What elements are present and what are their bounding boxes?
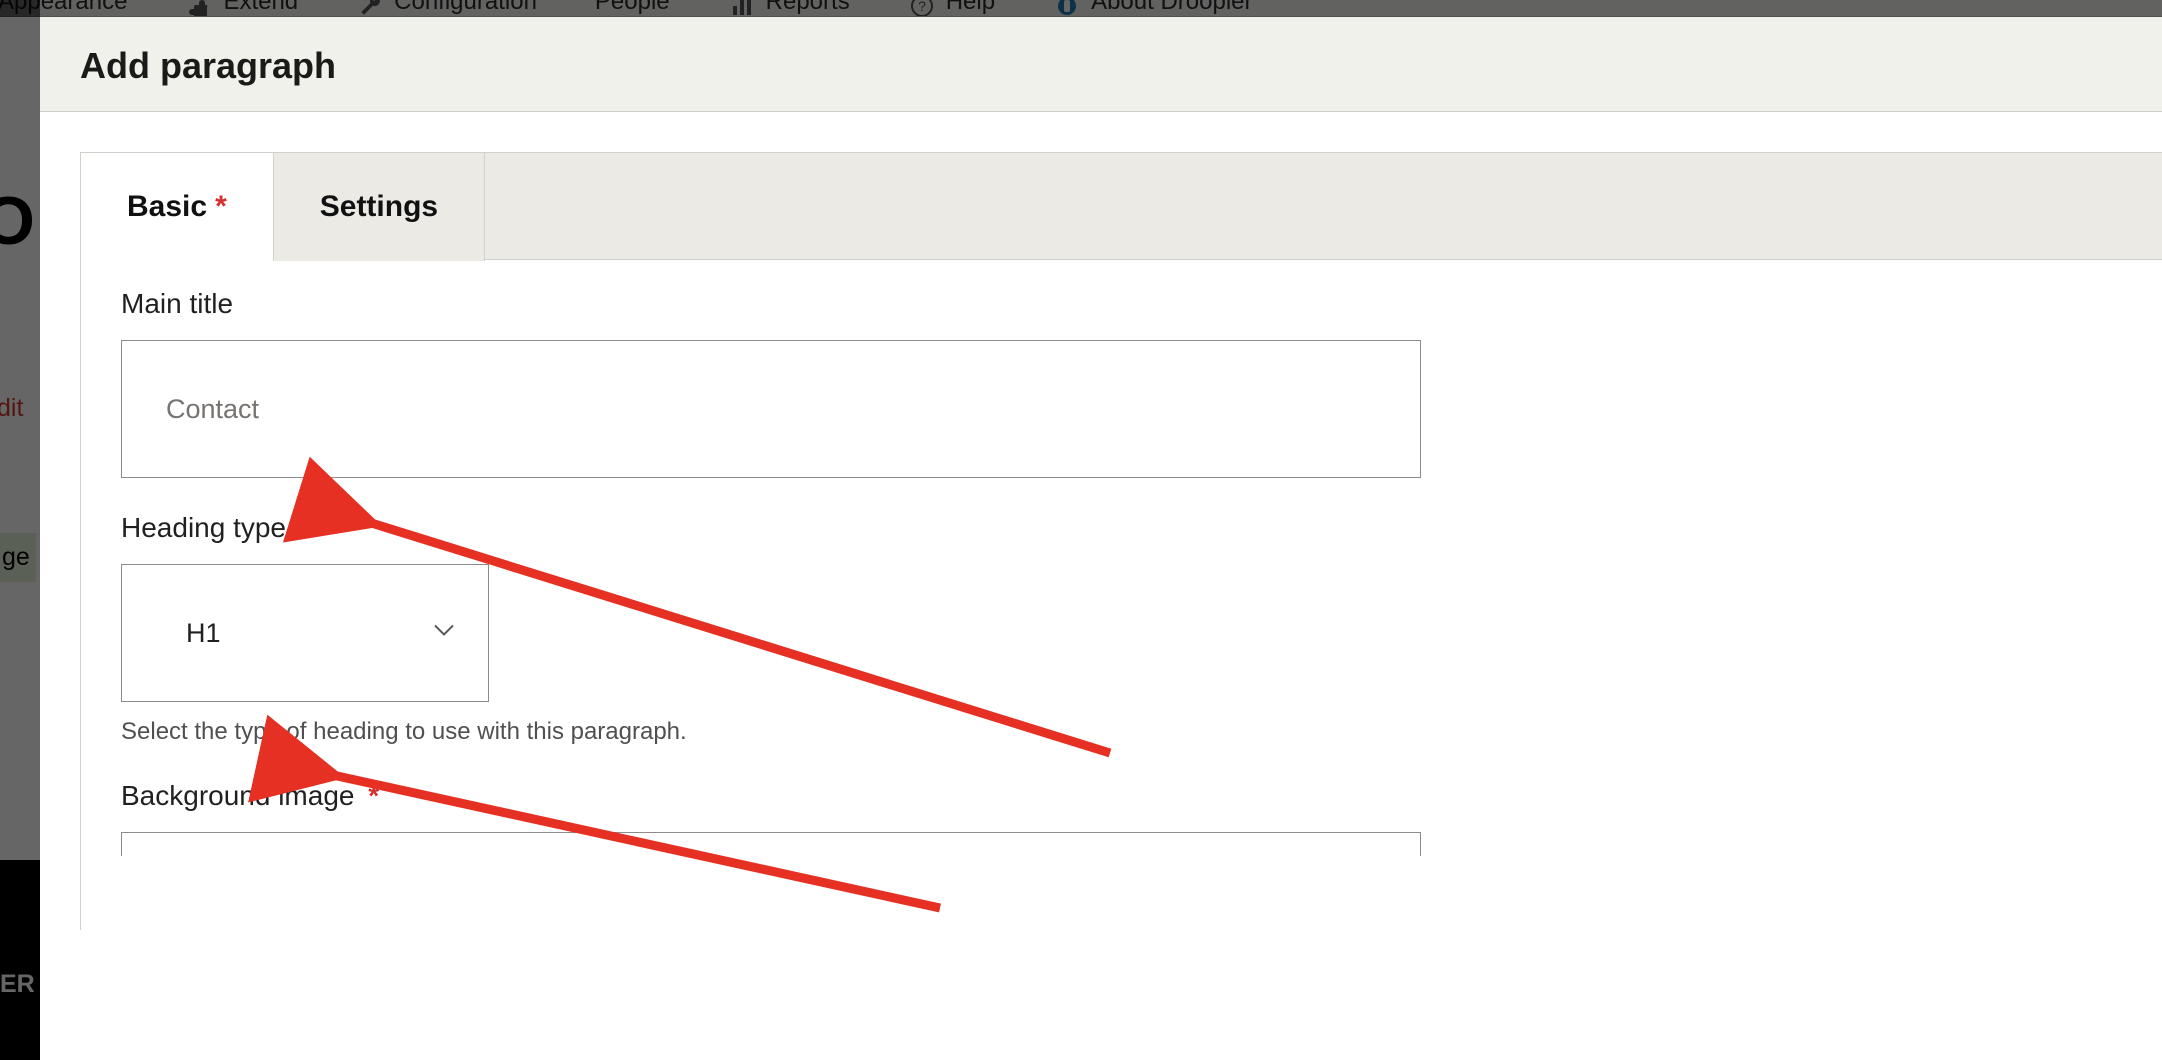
toolbar-label: Help (946, 0, 995, 11)
background-edit-link-fragment: dit (0, 394, 23, 423)
svg-text:?: ? (918, 0, 926, 14)
dialog-body: Basic * Settings Main title Heading type… (40, 112, 2162, 930)
heading-type-label: Heading type (121, 512, 2122, 544)
tab-settings-label: Settings (320, 190, 438, 224)
toolbar-item-people[interactable]: People (595, 0, 670, 11)
add-paragraph-dialog: Add paragraph Basic * Settings Main titl… (40, 17, 2162, 1035)
background-image-label-text: Background image (121, 780, 354, 811)
toolbar-label: Configuration (394, 0, 537, 11)
toolbar-item-appearance[interactable]: Appearance (0, 0, 127, 11)
toolbar-label: People (595, 0, 670, 11)
dialog-title: Add paragraph (80, 45, 336, 86)
droopler-logo-icon (1053, 0, 1081, 17)
heading-type-description: Select the type of heading to use with t… (121, 718, 2122, 746)
toolbar-label: Extend (223, 0, 298, 11)
admin-toolbar: Appearance Extend Configuration People R… (0, 0, 2162, 17)
main-title-input[interactable] (121, 340, 1421, 478)
tab-basic-label: Basic (127, 190, 207, 224)
background-page-heading-fragment: O (0, 182, 33, 260)
required-indicator: * (368, 780, 379, 811)
tab-basic[interactable]: Basic * (80, 153, 274, 261)
toolbar-label: Reports (766, 0, 850, 11)
toolbar-item-help[interactable]: ? Help (908, 0, 995, 17)
heading-type-select-wrap: H1 (121, 564, 489, 702)
field-heading-type: Heading type H1 Select the type of headi… (121, 512, 2122, 746)
main-title-label: Main title (121, 288, 2122, 320)
question-circle-icon: ? (908, 0, 936, 17)
bar-chart-icon (728, 0, 756, 17)
toolbar-item-reports[interactable]: Reports (728, 0, 850, 17)
background-footer-fragment: ER (0, 860, 40, 1060)
toolbar-item-about-droopler[interactable]: About Droopler (1053, 0, 1252, 17)
dialog-header: Add paragraph (40, 17, 2162, 112)
background-badge-fragment: ge (0, 533, 36, 582)
toolbar-label: About Droopler (1091, 0, 1252, 11)
toolbar-item-extend[interactable]: Extend (185, 0, 298, 17)
field-background-image: Background image * (121, 780, 2122, 856)
toolbar-item-configuration[interactable]: Configuration (356, 0, 537, 17)
toolbar-label: Appearance (0, 0, 127, 11)
tab-basic-content: Main title Heading type H1 Select the ty… (80, 260, 2162, 930)
background-image-label: Background image * (121, 780, 2122, 812)
tabstrip: Basic * Settings (80, 152, 2162, 260)
background-image-widget-cutoff (121, 832, 1421, 856)
field-main-title: Main title (121, 288, 2122, 478)
puzzle-piece-icon (185, 0, 213, 17)
required-indicator: * (215, 190, 227, 224)
heading-type-select[interactable]: H1 (121, 564, 489, 702)
wrench-icon (356, 0, 384, 17)
tab-settings[interactable]: Settings (274, 153, 485, 261)
